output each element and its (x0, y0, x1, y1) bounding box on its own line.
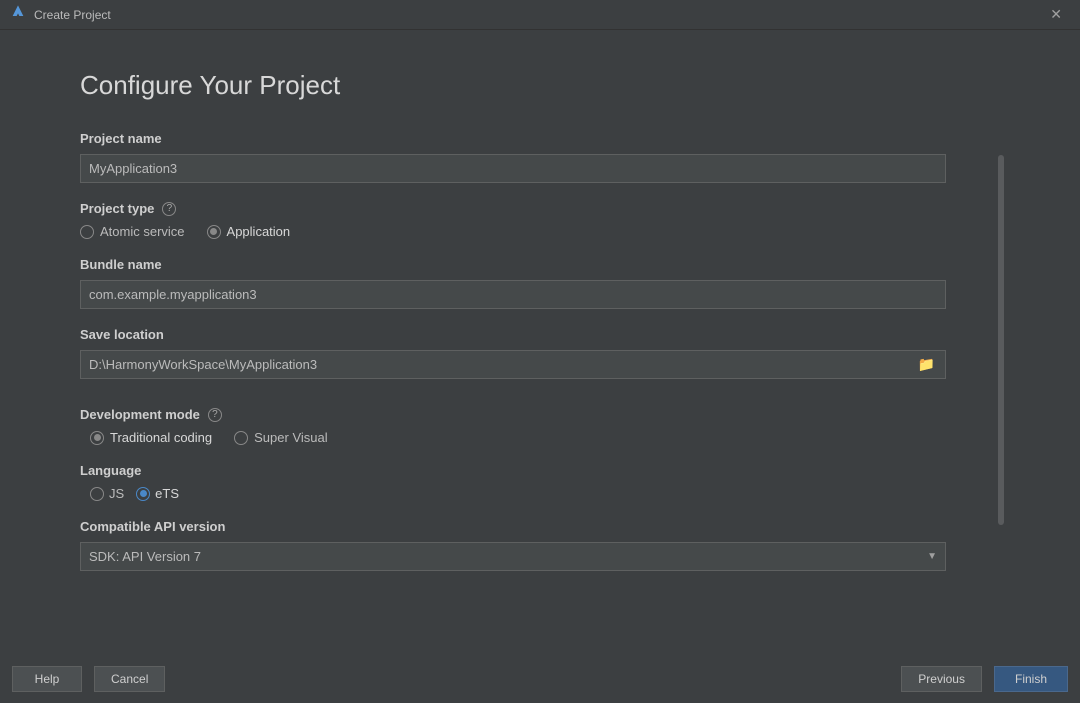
chevron-down-icon: ▼ (927, 551, 937, 562)
language-row: Language JS eTS (80, 463, 946, 501)
content-area: Configure Your Project Project name Proj… (0, 30, 1080, 655)
titlebar: Create Project ✕ (0, 0, 1080, 30)
project-name-row: Project name (80, 131, 946, 183)
language-label: Language (80, 463, 141, 478)
bundle-name-row: Bundle name (80, 257, 946, 309)
radio-traditional-coding[interactable]: Traditional coding (90, 430, 212, 445)
form-area: Project name Project type ? Atomic servi… (80, 131, 946, 571)
project-type-row: Project type ? Atomic service Applicatio… (80, 201, 946, 239)
close-icon[interactable]: ✕ (1042, 2, 1070, 27)
bundle-name-input[interactable] (80, 280, 946, 309)
select-value: SDK: API Version 7 (89, 549, 201, 564)
project-name-label: Project name (80, 131, 162, 146)
api-version-row: Compatible API version SDK: API Version … (80, 519, 946, 571)
radio-super-visual[interactable]: Super Visual (234, 430, 327, 445)
radio-js[interactable]: JS (90, 486, 124, 501)
folder-icon[interactable]: 📁 (908, 356, 945, 373)
radio-circle-icon (90, 431, 104, 445)
window-title: Create Project (34, 8, 111, 22)
radio-label: Atomic service (100, 224, 185, 239)
finish-button[interactable]: Finish (994, 666, 1068, 692)
help-icon[interactable]: ? (208, 408, 222, 422)
project-name-input[interactable] (80, 154, 946, 183)
radio-circle-icon (80, 225, 94, 239)
save-location-label: Save location (80, 327, 164, 342)
dev-mode-label: Development mode (80, 407, 200, 422)
help-icon[interactable]: ? (162, 202, 176, 216)
page-title: Configure Your Project (80, 70, 1080, 101)
radio-circle-icon (234, 431, 248, 445)
cancel-button[interactable]: Cancel (94, 666, 165, 692)
radio-label: eTS (155, 486, 179, 501)
radio-circle-icon (207, 225, 221, 239)
api-version-label: Compatible API version (80, 519, 225, 534)
radio-atomic-service[interactable]: Atomic service (80, 224, 185, 239)
radio-label: Traditional coding (110, 430, 212, 445)
radio-ets[interactable]: eTS (136, 486, 179, 501)
radio-label: Super Visual (254, 430, 327, 445)
app-icon (10, 4, 26, 25)
radio-label: JS (109, 486, 124, 501)
radio-circle-icon (90, 487, 104, 501)
radio-label: Application (227, 224, 291, 239)
help-button[interactable]: Help (12, 666, 82, 692)
project-type-label: Project type (80, 201, 154, 216)
previous-button[interactable]: Previous (901, 666, 982, 692)
dev-mode-row: Development mode ? Traditional coding Su… (80, 407, 946, 445)
bundle-name-label: Bundle name (80, 257, 162, 272)
footer: Help Cancel Previous Finish (0, 655, 1080, 703)
radio-circle-icon (136, 487, 150, 501)
scrollbar-thumb[interactable] (998, 155, 1004, 525)
save-location-row: Save location 📁 (80, 327, 946, 379)
api-version-select[interactable]: SDK: API Version 7 ▼ (80, 542, 946, 571)
radio-application[interactable]: Application (207, 224, 291, 239)
save-location-input[interactable] (81, 351, 908, 378)
